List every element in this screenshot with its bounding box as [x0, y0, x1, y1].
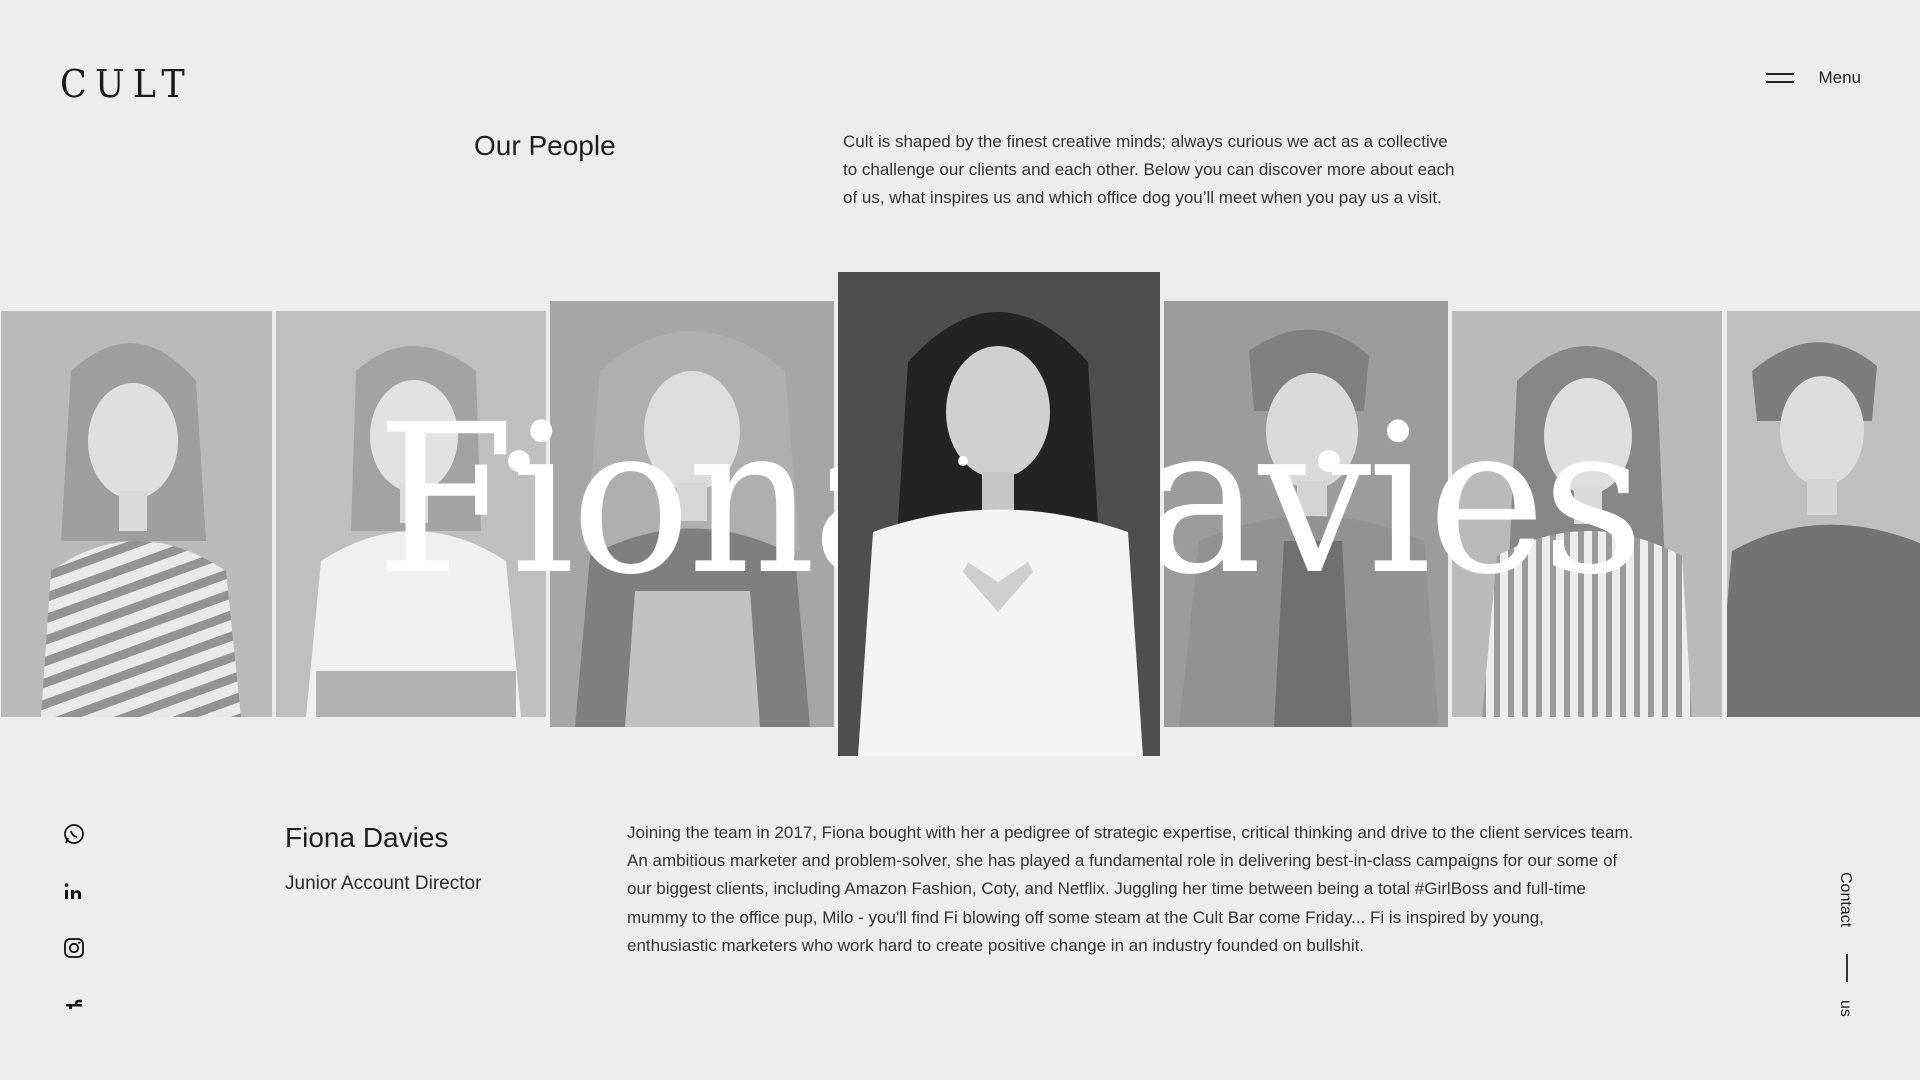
people-page: CULT Menu Our People Cult is shaped by t…: [0, 0, 1920, 1080]
person-bio: Joining the team in 2017, Fiona bought w…: [627, 823, 1634, 955]
menu-button[interactable]: Menu: [1766, 68, 1861, 88]
portrait-image: [1727, 311, 1920, 717]
portrait-image: [1, 311, 272, 717]
person-card-2[interactable]: [276, 311, 546, 717]
letter-dot-i: [508, 450, 530, 472]
portrait-image: [1452, 311, 1722, 717]
facebook-icon[interactable]: [62, 993, 86, 1017]
featured-overlay: [838, 272, 1160, 756]
person-card-7[interactable]: [1727, 311, 1920, 717]
portrait-image: [276, 311, 546, 717]
person-card-5[interactable]: [1164, 301, 1448, 727]
hamburger-icon: [1766, 73, 1795, 83]
person-card-3[interactable]: [550, 301, 834, 727]
menu-label: Menu: [1818, 68, 1861, 87]
person-card-6[interactable]: [1452, 311, 1722, 717]
instagram-icon[interactable]: [62, 936, 86, 960]
linkedin-icon[interactable]: [62, 879, 86, 903]
letter-dot-accent: [1318, 450, 1340, 472]
contact-label: Contact: [1837, 872, 1854, 928]
person-card-1[interactable]: [1, 311, 272, 717]
contact-us-link[interactable]: Contact us: [1836, 872, 1858, 1022]
person-role: Junior Account Director: [285, 873, 482, 894]
cult-logo[interactable]: CULT: [60, 62, 193, 106]
whatsapp-icon[interactable]: [62, 822, 86, 846]
contact-us-label: us: [1837, 1000, 1854, 1017]
portrait-image: [1164, 301, 1448, 727]
person-name: Fiona Davies: [285, 822, 449, 853]
intro-text: Cult is shaped by the finest creative mi…: [843, 132, 1455, 207]
page-title: Our People: [474, 130, 616, 161]
portrait-image: [550, 301, 834, 727]
contact-divider: [1846, 954, 1848, 982]
carousel-dot: [958, 456, 968, 466]
